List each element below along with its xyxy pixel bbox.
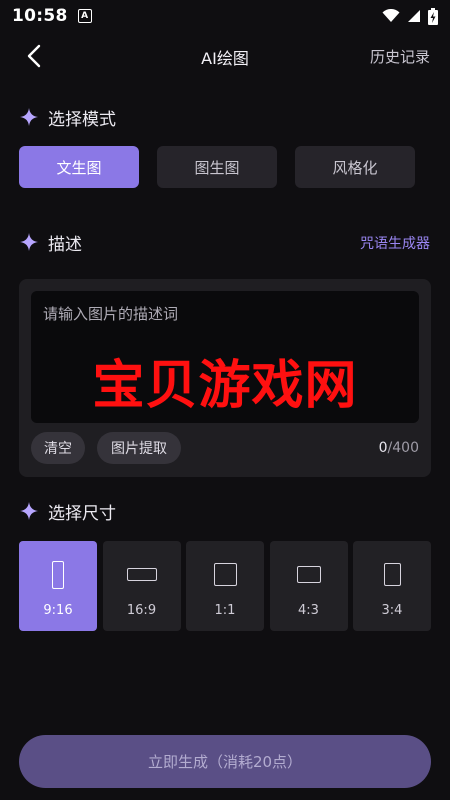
mode-options: 文生图 图生图 风格化 [19, 146, 415, 188]
notification-icon: A [77, 9, 92, 23]
sparkle-icon [20, 233, 38, 251]
wifi-icon [382, 9, 400, 22]
size-option-16-9[interactable]: 16:9 [102, 541, 181, 631]
size-label: 1:1 [214, 602, 236, 618]
size-option-4-3[interactable]: 4:3 [269, 541, 348, 631]
size-option-1-1[interactable]: 1:1 [186, 541, 264, 631]
image-extract-button[interactable]: 图片提取 [97, 432, 181, 464]
portrait-ratio-icon [52, 560, 64, 589]
size-label: 3:4 [381, 602, 403, 618]
sparkle-icon [20, 108, 38, 126]
status-left: 10:58 A [12, 6, 92, 26]
size-label: 9:16 [43, 602, 73, 618]
size-section-title: 选择尺寸 [48, 503, 116, 524]
size-option-3-4[interactable]: 3:4 [353, 541, 431, 631]
battery-icon [428, 7, 438, 25]
char-count-max: /400 [387, 440, 419, 456]
mode-section-header: 选择模式 [20, 105, 116, 130]
status-bar: 10:58 A [0, 0, 450, 32]
size-label: 16:9 [126, 602, 157, 618]
square-ratio-icon [213, 563, 237, 586]
description-input[interactable]: 请输入图片的描述词 宝贝游戏网 [31, 291, 419, 423]
portrait-ratio-icon [383, 563, 401, 586]
clear-button[interactable]: 清空 [31, 432, 85, 464]
sparkle-icon [20, 502, 38, 520]
mode-image-to-image-button[interactable]: 图生图 [157, 146, 277, 188]
size-label: 4:3 [298, 602, 319, 618]
desc-section-header: 描述 [20, 230, 82, 255]
desc-section-title: 描述 [48, 234, 82, 255]
status-right [382, 7, 438, 25]
history-link[interactable]: 历史记录 [370, 46, 430, 67]
generate-button[interactable]: 立即生成（消耗20点） [19, 735, 431, 788]
size-section-header: 选择尺寸 [20, 499, 116, 524]
size-options: 9:16 16:9 1:1 4:3 3:4 [19, 541, 431, 631]
landscape-ratio-icon [126, 568, 157, 581]
mode-text-to-image-button[interactable]: 文生图 [19, 146, 139, 188]
char-counter: 0/400 [379, 440, 419, 456]
signal-icon [408, 10, 420, 22]
size-option-9-16[interactable]: 9:16 [19, 541, 97, 631]
spell-generator-link[interactable]: 咒语生成器 [360, 233, 430, 253]
watermark-text: 宝贝游戏网 [92, 356, 358, 416]
description-card: 请输入图片的描述词 宝贝游戏网 清空 图片提取 0/400 [19, 279, 431, 477]
top-bar: AI绘图 历史记录 [0, 32, 450, 82]
description-placeholder: 请输入图片的描述词 [43, 305, 179, 323]
mode-section-title: 选择模式 [48, 109, 116, 130]
status-time: 10:58 [12, 6, 68, 26]
char-count-current: 0 [378, 440, 388, 456]
landscape-ratio-icon [296, 566, 321, 583]
mode-stylize-button[interactable]: 风格化 [295, 146, 415, 188]
